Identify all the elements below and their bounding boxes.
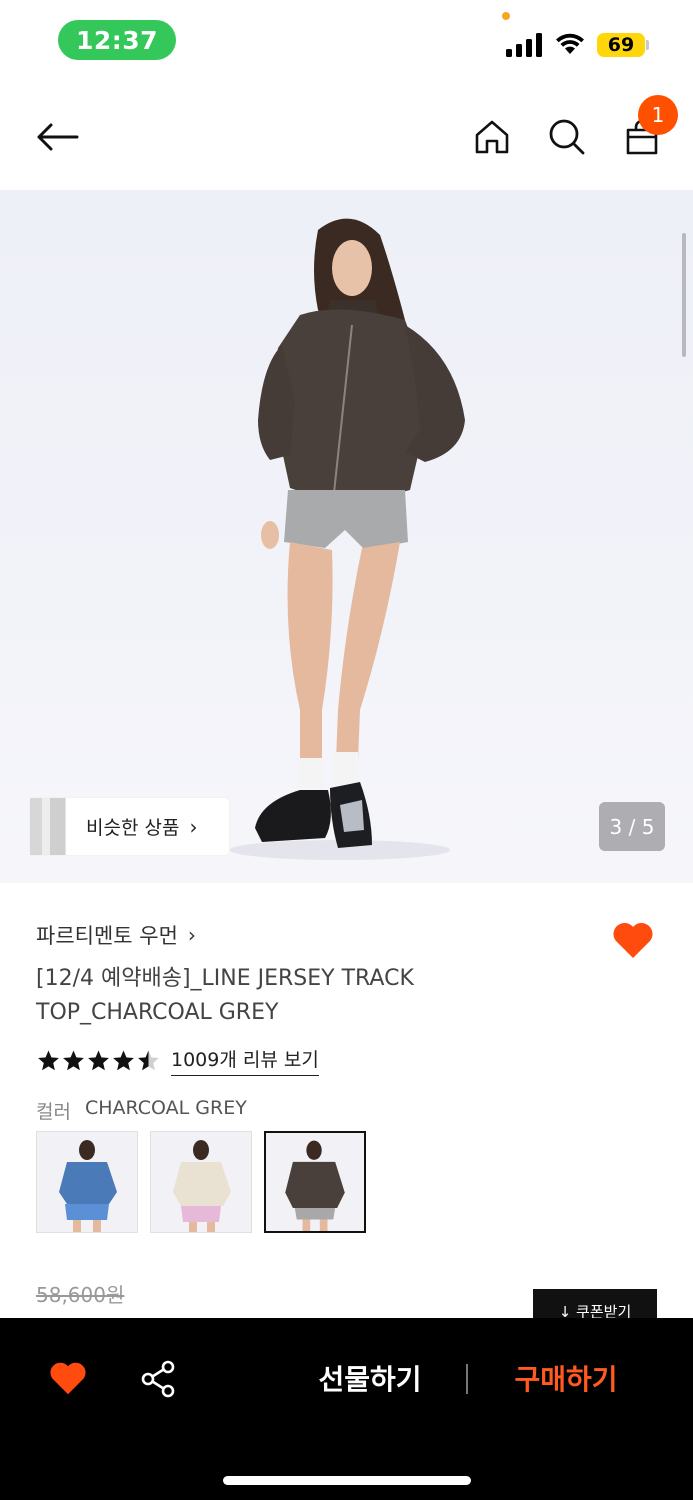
chevron-right-icon: › [189, 814, 198, 839]
star-rating [36, 1049, 161, 1073]
image-page-counter: 3 / 5 [599, 802, 665, 851]
swatch-thumbnail [285, 1140, 345, 1231]
star-icon [63, 1050, 84, 1070]
battery-indicator: 69 [597, 33, 645, 57]
status-bar: 12:37 69 [0, 0, 693, 80]
top-nav [0, 80, 693, 190]
search-button[interactable] [542, 112, 592, 162]
bottom-divider [466, 1364, 468, 1394]
home-icon [475, 120, 509, 154]
half-star-icon [138, 1050, 159, 1070]
swatch-thumbnail [59, 1140, 117, 1232]
color-row: 컬러 CHARCOAL GREY [36, 1097, 247, 1124]
reviews-link[interactable]: 1009개 리뷰 보기 [171, 1045, 319, 1076]
heart-icon [50, 1362, 86, 1395]
status-time: 12:37 [58, 20, 176, 60]
heart-icon [613, 922, 653, 958]
buy-button[interactable]: 구매하기 [496, 1354, 636, 1402]
back-button[interactable] [30, 112, 84, 162]
home-button[interactable] [468, 112, 516, 162]
brand-name: 파르티멘토 우먼 [36, 924, 178, 948]
privacy-indicator [502, 12, 510, 20]
product-title: [12/4 예약배송]_LINE JERSEY TRACK TOP_CHARCO… [36, 966, 414, 1025]
star-icon [113, 1050, 134, 1070]
share-icon [141, 1360, 175, 1398]
chevron-right-icon: › [187, 923, 196, 947]
back-arrow-icon [37, 123, 79, 151]
color-value: CHARCOAL GREY [84, 1097, 247, 1119]
brand-link[interactable]: 파르티멘토 우먼 › [36, 920, 196, 950]
similar-products-button[interactable]: 비슷한 상품 › [30, 798, 229, 855]
bottom-action-bar: 선물하기 구매하기 [0, 1318, 693, 1500]
share-button[interactable] [140, 1360, 178, 1398]
gift-button[interactable]: 선물하기 [300, 1354, 440, 1402]
color-swatch-charcoal-selected[interactable] [264, 1131, 366, 1233]
color-label: 컬러 [36, 1101, 71, 1123]
original-price: 58,600원 [36, 1283, 125, 1307]
cart-count-badge: 1 [638, 95, 678, 135]
wishlist-button[interactable] [611, 920, 655, 960]
similar-products-thumbnail [30, 798, 66, 855]
home-indicator[interactable] [223, 1476, 471, 1485]
product-photo [230, 218, 465, 860]
swatch-thumbnail [173, 1140, 231, 1232]
scroll-indicator [682, 233, 686, 357]
bottom-wishlist-button[interactable] [48, 1360, 88, 1396]
star-icon [88, 1050, 109, 1070]
battery-tip [646, 40, 649, 50]
color-swatch-blue[interactable] [36, 1131, 138, 1233]
search-icon [549, 119, 585, 155]
signal-icon [506, 33, 542, 57]
wifi-icon [556, 33, 584, 54]
rating-row: 1009개 리뷰 보기 [36, 1045, 319, 1076]
similar-products-label: 비슷한 상품 [86, 817, 180, 839]
product-image-carousel[interactable]: 비슷한 상품 › 3 / 5 [0, 190, 693, 883]
color-swatch-cream[interactable] [150, 1131, 252, 1233]
color-swatches [36, 1131, 366, 1233]
star-icon [38, 1050, 59, 1070]
